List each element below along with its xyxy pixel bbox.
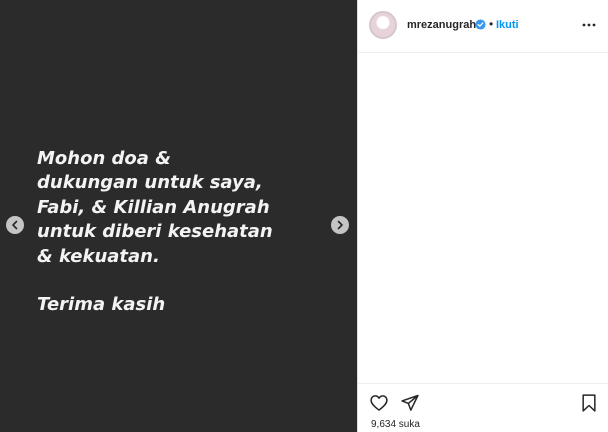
post-header: mrezanugrah • Ikuti — [358, 0, 608, 53]
post-actions: 9,634 suka — [358, 383, 608, 432]
previous-slide-button[interactable] — [6, 216, 24, 234]
follow-button[interactable]: Ikuti — [496, 19, 519, 31]
heart-icon[interactable] — [369, 393, 389, 413]
separator-dot: • — [489, 17, 494, 31]
paper-plane-icon[interactable] — [400, 393, 420, 413]
chevron-right-icon — [337, 220, 343, 230]
verified-badge-icon — [475, 19, 486, 30]
post-side-panel: mrezanugrah • Ikuti 9,634 suka — [357, 0, 608, 432]
post-media: Mohon doa & dukungan untuk saya, Fabi, &… — [0, 0, 357, 432]
likes-count[interactable]: 9,634 suka — [371, 419, 420, 430]
more-dots-icon[interactable] — [582, 22, 596, 28]
next-slide-button[interactable] — [331, 216, 349, 234]
post-caption-text: Mohon doa & dukungan untuk saya, Fabi, &… — [37, 148, 273, 316]
avatar[interactable] — [369, 11, 397, 39]
username-link[interactable]: mrezanugrah — [407, 19, 476, 31]
chevron-left-icon — [12, 220, 18, 230]
bookmark-icon[interactable] — [580, 393, 598, 413]
